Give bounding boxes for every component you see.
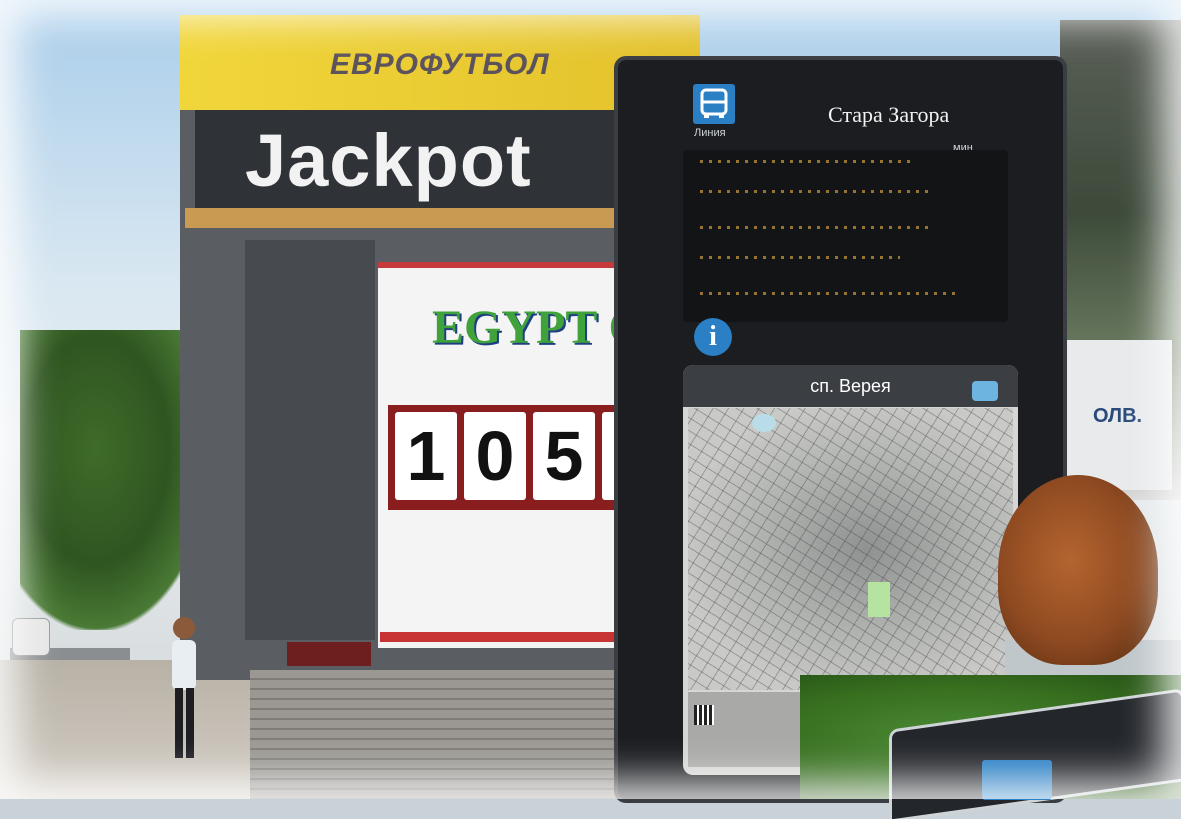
jackpot-sign-text: Jackpot	[245, 119, 532, 202]
billboard-red-strip	[380, 632, 630, 642]
counter-digit: 5	[533, 412, 595, 500]
map-lake	[752, 414, 776, 432]
arrivals-led-panel	[683, 150, 1008, 322]
qr-code-icon	[694, 705, 714, 725]
pedestrian-head	[173, 617, 195, 639]
chat-icon[interactable]	[972, 381, 998, 401]
stop-name: сп. Верея	[810, 376, 891, 396]
line-label: Линия	[694, 127, 726, 139]
counter-digit: 1	[395, 412, 457, 500]
casino-logo-text: EGYPT Q	[432, 301, 646, 354]
led-row	[700, 190, 930, 193]
led-row	[700, 226, 930, 229]
facade-panel	[245, 240, 375, 640]
led-row	[700, 160, 910, 163]
pedestrian-leg	[175, 688, 183, 758]
yellow-sign-text: ЕВРОФУТБОЛ	[330, 48, 550, 81]
right-sign-text: ОЛВ.	[1093, 405, 1143, 427]
led-row	[700, 292, 955, 295]
bus-icon	[982, 760, 1052, 800]
steps	[250, 670, 630, 799]
counter-digit: 0	[464, 412, 526, 500]
pedestrian-shirt	[172, 640, 196, 690]
info-icon[interactable]: i	[694, 318, 732, 356]
map-park	[868, 582, 890, 617]
pedestrian	[172, 617, 196, 758]
city-map[interactable]	[688, 408, 1013, 690]
pedestrian-leg	[186, 688, 194, 758]
bus-icon	[693, 84, 735, 124]
led-row	[700, 256, 900, 259]
parked-car	[12, 618, 50, 656]
woman-hair	[998, 475, 1158, 665]
awning	[185, 208, 635, 228]
street-name-plate	[287, 642, 371, 666]
city-title: Стара Загора	[828, 102, 950, 127]
